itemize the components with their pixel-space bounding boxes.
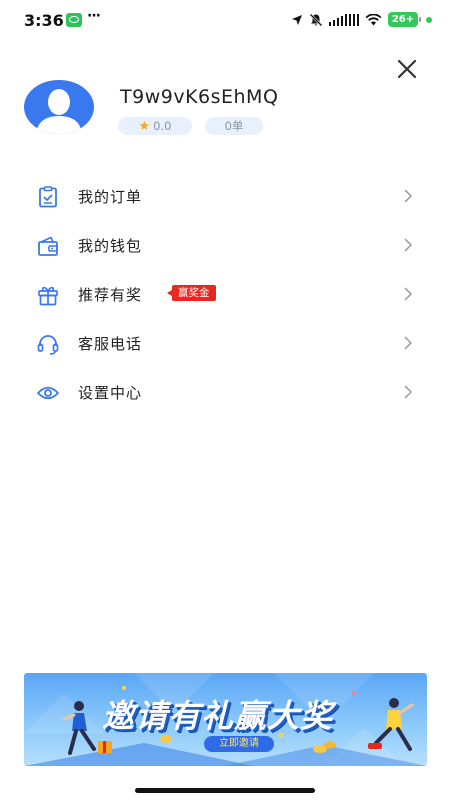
- menu-item-label: 我的订单: [78, 188, 143, 206]
- menu-item-wallet[interactable]: 我的钱包: [0, 221, 450, 270]
- wifi-icon: [365, 13, 382, 25]
- privacy-indicator-dot: [426, 16, 432, 23]
- wechat-icon: [66, 13, 82, 27]
- menu-item-label: 推荐有奖: [78, 286, 143, 304]
- gift-icon: [38, 286, 58, 306]
- status-icons: 26+: [291, 12, 432, 27]
- wallet-icon: [38, 236, 58, 256]
- menu-item-label: 客服电话: [78, 335, 143, 353]
- close-icon[interactable]: [394, 56, 420, 82]
- headset-icon: [37, 335, 59, 355]
- chevron-right-icon: [404, 336, 413, 350]
- username: T9w9vK6sEhMQ: [120, 86, 279, 108]
- battery-icon: 26+: [388, 12, 421, 27]
- orders-count-badge: 0单: [205, 117, 263, 135]
- menu-item-support[interactable]: 客服电话: [0, 319, 450, 368]
- eye-settings-icon: [37, 386, 59, 400]
- menu-list: 我的订单 我的钱包 推荐有奖 客服电话 设置中心 赢奖金: [0, 172, 450, 417]
- menu-item-label: 设置中心: [78, 384, 143, 402]
- more-notifications-icon: ···: [87, 8, 101, 24]
- orders-count: 0单: [224, 119, 244, 133]
- star-icon: ★: [138, 118, 151, 134]
- home-indicator[interactable]: [135, 788, 315, 793]
- mute-bell-icon: [309, 13, 322, 26]
- chevron-right-icon: [404, 385, 413, 399]
- avatar[interactable]: [24, 80, 94, 134]
- menu-item-label: 我的钱包: [78, 237, 143, 255]
- referral-bonus-badge: 赢奖金: [167, 285, 216, 301]
- signal-icon: [328, 13, 359, 26]
- banner-title: 邀请有礼赢大奖: [102, 697, 334, 735]
- invite-banner[interactable]: 邀请有礼赢大奖 立即邀请: [24, 673, 427, 766]
- chevron-right-icon: [404, 189, 413, 203]
- location-arrow-icon: [291, 14, 302, 25]
- menu-item-orders[interactable]: 我的订单: [0, 172, 450, 221]
- chevron-right-icon: [404, 287, 413, 301]
- status-time: 3:36: [24, 11, 64, 30]
- menu-item-referral[interactable]: 推荐有奖: [0, 270, 450, 319]
- invite-now-button[interactable]: 立即邀请: [204, 736, 274, 752]
- rating-value: 0.0: [153, 119, 172, 133]
- chevron-right-icon: [404, 238, 413, 252]
- rating-badge: ★ 0.0: [118, 117, 192, 135]
- clipboard-check-icon: [39, 186, 57, 208]
- menu-item-settings[interactable]: 设置中心: [0, 368, 450, 417]
- status-bar: 3:36 ··· 26+: [0, 0, 450, 42]
- user-silhouette-icon: [36, 89, 82, 134]
